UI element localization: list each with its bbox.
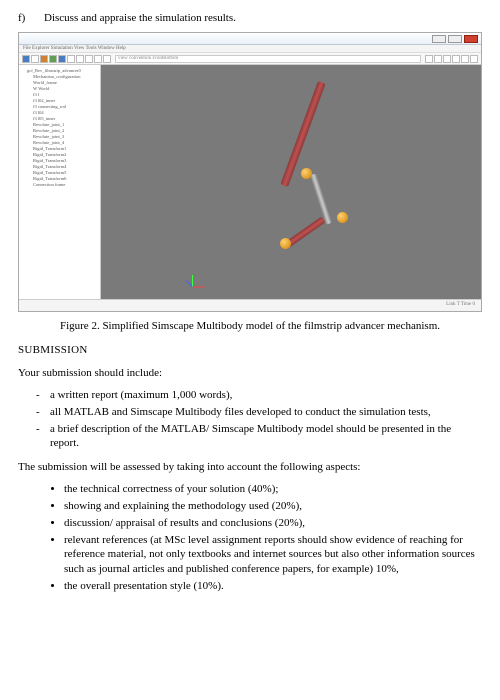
x-axis-icon	[193, 287, 205, 288]
toolbar: view convention FrontBottom	[19, 53, 481, 65]
toolbar-icon	[58, 55, 66, 63]
assessment-list: the technical correctness of your soluti…	[18, 481, 482, 595]
list-item: all MATLAB and Simscape Multibody files …	[50, 404, 482, 421]
toolbar-icon	[85, 55, 93, 63]
toolbar-icon	[103, 55, 111, 63]
question-f: f) Discuss and appraise the simulation r…	[18, 12, 482, 24]
toolbar-icon	[94, 55, 102, 63]
status-bar: Link T Time 0	[19, 299, 481, 311]
toolbar-icon	[40, 55, 48, 63]
list-item: a brief description of the MATLAB/ Simsc…	[50, 421, 482, 453]
submission-heading: SUBMISSION	[18, 344, 482, 356]
toolbar-icon	[22, 55, 30, 63]
submission-intro: Your submission should include:	[18, 366, 482, 381]
toolbar-icon	[443, 55, 451, 63]
list-item: discussion/ appraisal of results and con…	[64, 515, 482, 532]
list-item: a written report (maximum 1,000 words),	[50, 387, 482, 404]
joint-icon	[301, 168, 312, 179]
assessment-intro: The submission will be assessed by takin…	[18, 460, 482, 475]
close-icon	[464, 35, 478, 43]
joint-icon	[280, 238, 291, 249]
toolbar-field: view convention FrontBottom	[115, 55, 421, 63]
list-item: the overall presentation style (10%).	[64, 578, 482, 595]
toolbar-icon	[31, 55, 39, 63]
toolbar-icon	[434, 55, 442, 63]
question-letter: f)	[18, 12, 34, 24]
submission-list: a written report (maximum 1,000 words),a…	[18, 387, 482, 452]
link-lower	[286, 217, 326, 248]
toolbar-icon	[76, 55, 84, 63]
list-item: the technical correctness of your soluti…	[64, 481, 482, 498]
tree-item: Connection frame	[21, 181, 98, 187]
toolbar-icon	[67, 55, 75, 63]
viewport-3d	[101, 65, 481, 299]
list-item: relevant references (at MSc level assign…	[64, 532, 482, 579]
toolbar-icon	[461, 55, 469, 63]
window-titlebar	[19, 33, 481, 45]
toolbar-icon	[470, 55, 478, 63]
list-item: showing and explaining the methodology u…	[64, 498, 482, 515]
maximize-icon	[448, 35, 462, 43]
menubar: File Explorer Simulation View Tools Wind…	[19, 45, 481, 53]
model-tree: gcf_Rev_filmstrip_advancer0 Mechanism_co…	[19, 65, 101, 299]
app-body: gcf_Rev_filmstrip_advancer0 Mechanism_co…	[19, 65, 481, 299]
minimize-icon	[432, 35, 446, 43]
joint-icon	[337, 212, 348, 223]
figure-caption: Figure 2. Simplified Simscape Multibody …	[18, 320, 482, 332]
question-text: Discuss and appraise the simulation resu…	[44, 12, 236, 24]
axes-triad-icon	[192, 267, 212, 287]
toolbar-icon	[452, 55, 460, 63]
toolbar-icon	[425, 55, 433, 63]
toolbar-icon	[49, 55, 57, 63]
simscape-screenshot: File Explorer Simulation View Tools Wind…	[18, 32, 482, 312]
